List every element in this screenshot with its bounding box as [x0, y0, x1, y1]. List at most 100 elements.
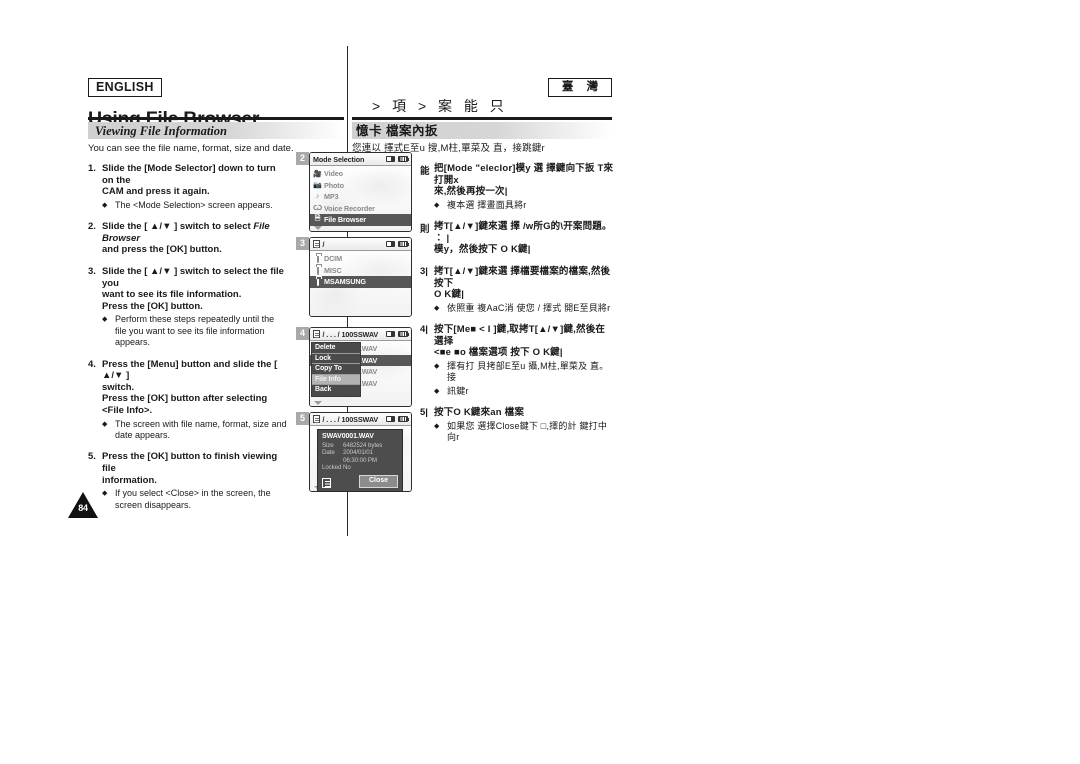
- steps-list-cn: 能把[Mode "elecIor]模y 選 擇鍵向下扳 T來打開x 來,然後再按一…: [420, 163, 616, 454]
- list-item-label: MSAMSUNG: [324, 277, 366, 287]
- page-number: 84: [78, 503, 88, 513]
- lcd-title-bar: / . . . / 100SSWAV: [310, 328, 411, 341]
- lcd-inner: / . . . / 100SSWAV SWAV0001.WAV Size 648252…: [310, 413, 411, 491]
- menu-item-delete[interactable]: Delete: [312, 343, 360, 354]
- step-item: 3| 拷T[▲/▼]鍵來選 擇檔要檔案的檔案,然後按下O K鍵| 依照重 複AaC消…: [420, 266, 616, 315]
- document-icon: [313, 330, 320, 338]
- page-title-cn: > 項 > 案 能 只: [372, 98, 508, 114]
- memory-card-icon: [386, 155, 395, 163]
- menu-item-lock[interactable]: Lock: [312, 353, 360, 364]
- lcd-list: DCIM MISC MSAMSUNG: [310, 251, 411, 288]
- lcd-title-text: / . . . / 100SSWAV: [322, 414, 379, 424]
- step-text: 按下O K鍵來an 檔案: [434, 407, 616, 419]
- step-bullet: 擇有打 貝拷部E至u 攝,M柱,單菜及 直。 接: [434, 361, 616, 384]
- step-bullet: 複本選 擇畫面具將r: [434, 200, 616, 212]
- folder-glyph: [316, 265, 319, 275]
- step-number: 5.: [88, 451, 96, 463]
- step-line: Slide the [Mode Selector] down to turn o…: [102, 163, 276, 186]
- folder-glyph: [316, 277, 319, 287]
- music-note-icon: ♪: [315, 193, 320, 201]
- step-line: O K鍵|: [434, 289, 465, 301]
- step-item: 5| 按下O K鍵來an 檔案如果您 選擇Close鍵下 □,擇的計 鍵打中向r: [420, 407, 616, 443]
- header-rule-right: [352, 117, 612, 120]
- step-bullet: 依照重 複AaC消 使您 / 擇式 開E至貝將r: [434, 303, 616, 315]
- step-line: 拷T[▲/▼]鍵來選 擇 /w所G的\开案問題。 ∶ |: [434, 221, 612, 244]
- region-badge: 臺 灣: [548, 78, 612, 97]
- step-text: 拷T[▲/▼]鍵來選 擇檔要檔案的檔案,然後按下 O K鍵|: [434, 266, 616, 301]
- step-number: 5|: [420, 407, 428, 419]
- battery-icon: [398, 155, 410, 163]
- list-item[interactable]: 🗎 File Browser: [310, 214, 411, 226]
- file-info-dialog: SWAV0001.WAV Size 6482524 bytes Date 2004/01…: [317, 429, 403, 491]
- step-text: Slide the [ ▲/▼ ] switch to select File …: [102, 221, 288, 256]
- step-line: switch.: [102, 381, 135, 393]
- list-item[interactable]: MISC: [310, 265, 411, 277]
- step-line: Slide the [ ▲/▼ ] switch to select the f…: [102, 265, 284, 289]
- step-number: 則: [420, 224, 430, 236]
- step-number: 4|: [420, 324, 428, 336]
- list-item[interactable]: 🎥 Video: [310, 168, 411, 180]
- memory-card-icon: [386, 330, 395, 338]
- step-item: 則拷T[▲/▼]鍵來選 擇 /w所G的\开案問題。 ∶ | 模y，然後按下 O K…: [420, 221, 616, 256]
- section-title-en: Viewing File Information: [95, 124, 227, 138]
- file-info-key: Size: [322, 442, 334, 449]
- step-line: Press the [OK] button to finish viewing …: [102, 451, 278, 474]
- step-text: 按下[Me■ < I ]鍵,取拷T[▲/▼]鍵,然後在 選择 <■e ■o 檔案選…: [434, 324, 616, 359]
- context-menu[interactable]: Delete Lock Copy To File Info Back: [311, 342, 361, 397]
- lcd-title-bar: /: [310, 238, 411, 251]
- lcd-title-text: / . . . / 100SSWAV: [322, 329, 379, 339]
- menu-item-copy-to[interactable]: Copy To: [312, 364, 360, 375]
- close-button[interactable]: Close: [358, 474, 398, 489]
- file-info-value: No: [343, 464, 351, 472]
- list-item[interactable]: Ѡ Voice Recorder: [310, 203, 411, 215]
- step-item: 1. Slide the [Mode Selector] down to turn…: [88, 163, 288, 212]
- header-rule-left: [88, 117, 344, 120]
- battery-icon: [398, 240, 410, 248]
- list-item[interactable]: DCIM: [310, 253, 411, 265]
- step-line: <■e ■o 檔案選项 按下 O K鍵|: [434, 347, 563, 359]
- page-number-badge: 84: [68, 492, 98, 518]
- step-item: 4| 按下[Me■ < I ]鍵,取拷T[▲/▼]鍵,然後在 選择 <■e ■o 檔…: [420, 324, 616, 397]
- file-info-row: Size 6482524 bytes: [322, 442, 398, 449]
- folder-icon: [313, 254, 322, 264]
- step-line: 模y，然後按下 O K鍵|: [434, 244, 531, 256]
- step-line: 拷T[▲/▼]鍵來選 擇檔要檔案的檔案,然後按下: [434, 265, 611, 289]
- list-item[interactable]: ♪ MP3: [310, 191, 411, 203]
- file-info-value: 06:30:00 PM: [343, 456, 377, 464]
- file-info-value: 2004/01/01: [343, 449, 373, 457]
- menu-item-file-info[interactable]: File Info: [312, 374, 360, 385]
- file-info-key: Locked: [322, 464, 342, 472]
- menu-item-back[interactable]: Back: [312, 385, 360, 396]
- list-item[interactable]: 📷 Photo: [310, 180, 411, 192]
- folder-glyph: [316, 254, 319, 264]
- step-number: 3.: [88, 265, 96, 277]
- list-item-label: Voice Recorder: [324, 203, 375, 213]
- lcd-screen-file-list-with-context-menu: / . . . / 100SSWAV🗎SWAV0001.WAV🗎SWAV0002…: [309, 327, 412, 407]
- document-icon: [322, 478, 331, 489]
- plain-text: Slide the [ ▲/▼ ] switch to select: [102, 221, 254, 233]
- step-number: 能: [420, 166, 430, 177]
- scroll-down-arrow-icon[interactable]: [314, 226, 322, 230]
- step-line: 把[Mode "elecIor]模y 選 擇鍵向下扳 T來打開x: [434, 163, 614, 186]
- memory-card-icon: [386, 240, 395, 248]
- steps-list-en: 1. Slide the [Mode Selector] down to turn…: [88, 163, 288, 521]
- step-item: 2. Slide the [ ▲/▼ ] switch to select Fil…: [88, 221, 288, 256]
- step-bullet: If you select <Close> in the screen, the…: [102, 488, 288, 511]
- list-item-label: MP3: [324, 192, 339, 202]
- step-number: 2.: [88, 221, 96, 233]
- step-number: 4.: [88, 358, 96, 370]
- step-text: Slide the [ ▲/▼ ] switch to select the f…: [102, 266, 288, 312]
- list-item-label: File Browser: [324, 215, 366, 225]
- step-bullet: The screen with file name, format, size …: [102, 419, 288, 442]
- document-icon: [313, 240, 320, 248]
- file-info-row: Date 2004/01/01: [322, 449, 398, 456]
- list-item[interactable]: MSAMSUNG: [310, 276, 411, 288]
- folder-icon: [313, 265, 322, 275]
- battery-icon: [398, 415, 410, 423]
- step-text: 拷T[▲/▼]鍵來選 擇 /w所G的\开案問題。 ∶ | 模y，然後按下 O K鍵…: [434, 221, 616, 256]
- lcd-inner: / DCIM MISC MSAMSUNG: [310, 238, 411, 316]
- file-info-row: Locked No: [322, 464, 398, 471]
- step-item: 4. Press the [Menu] button and slide the …: [88, 359, 288, 442]
- step-number: 1.: [88, 163, 96, 174]
- scroll-down-arrow-icon[interactable]: [314, 401, 322, 405]
